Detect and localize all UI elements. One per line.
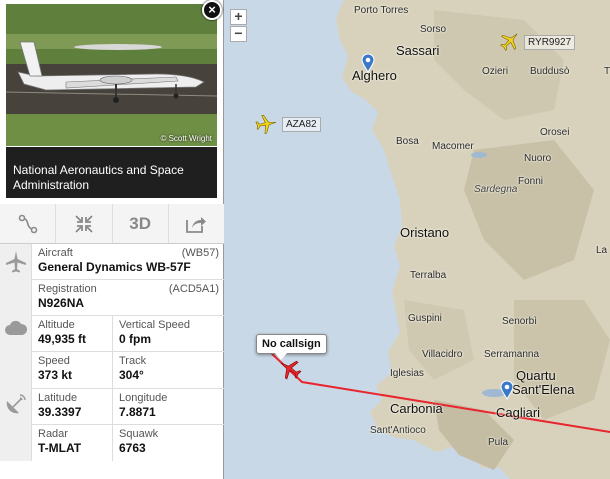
place-budduso: Buddusò [530,66,570,77]
place-pula: Pula [488,437,509,448]
place-oristano: Oristano [400,225,450,240]
place-macomer: Macomer [432,141,474,152]
aircraft-aza-icon[interactable] [254,113,278,135]
position-row: Latitude 39.3397 Longitude 7.8871 [32,389,224,425]
speed-value: 373 kt [38,368,73,382]
place-ozieri: Ozieri [482,66,509,77]
track-cell: Track 304° [112,352,224,388]
altitude-label: Altitude [38,319,75,331]
place-carbonia: Carbonia [390,401,443,416]
vertical-speed-value: 0 fpm [119,332,152,346]
details-icon-column [0,244,32,461]
latitude-cell: Latitude 39.3397 [32,389,112,424]
flight-map[interactable]: + − Porto Torres Sorso Sassari Alghero O… [224,0,610,479]
registration-value: N926NA [38,296,85,310]
collapse-arrows-icon [75,214,93,233]
longitude-label: Longitude [119,392,168,404]
place-terralba: Terralba [410,270,447,281]
place-iglesias: Iglesias [390,368,424,379]
share-button[interactable] [169,204,224,243]
callsign-label-ryr[interactable]: RYR9927 [524,35,576,50]
place-nuoro: Nuoro [524,153,552,164]
registration-mode-s-code: (ACD5A1) [168,283,219,295]
flight-details: Aircraft General Dynamics WB-57F (WB57) … [0,244,224,461]
track-label: Track [119,355,147,367]
place-quartu: Quartu [516,368,556,383]
share-icon [186,216,207,233]
zoom-in-button[interactable]: + [230,9,247,25]
registration-row: Registration N926NA (ACD5A1) [32,280,224,316]
airline-name: National Aeronautics and Space Administr… [6,147,217,198]
vertical-speed-cell: Vertical Speed 0 fpm [112,316,224,351]
place-sorso: Sorso [420,24,447,35]
place-serramanna: Serramanna [484,349,540,360]
vertical-speed-label: Vertical Speed [119,319,190,331]
center-button[interactable] [56,204,113,243]
place-senorbi: Senorbì [502,316,538,327]
altitude-value: 49,935 ft [38,332,87,346]
longitude-value: 7.8871 [119,405,156,419]
squawk-value: 6763 [119,441,146,455]
aircraft-ryr-icon[interactable] [498,30,522,52]
latitude-value: 39.3397 [38,405,82,419]
place-olbia-partial: T [604,66,610,77]
3d-view-button[interactable]: 3D [113,204,169,243]
panel-toolbar: 3D [0,204,224,244]
airplane-icon [6,251,26,273]
place-porto-torres: Porto Torres [354,5,409,16]
aircraft-row: Aircraft General Dynamics WB-57F (WB57) [32,244,224,280]
cloud-icon [5,320,28,335]
route-button[interactable] [0,204,57,243]
place-fonni: Fonni [518,176,544,187]
latitude-label: Latitude [38,392,78,404]
close-button[interactable]: × [202,0,222,20]
squawk-label: Squawk [119,428,159,440]
radar-dish-icon [6,394,26,414]
radar-value: T-MLAT [38,441,82,455]
aircraft-value: General Dynamics WB-57F [38,260,191,274]
place-guspini: Guspini [408,313,442,324]
zoom-out-button[interactable]: − [230,26,247,42]
selected-flight-label[interactable]: No callsign [256,334,327,360]
photo-credit: © Scott Wright [160,134,212,143]
place-cagliari: Cagliari [496,405,541,420]
aircraft-type-code: (WB57) [181,247,219,259]
altitude-cell: Altitude 49,935 ft [32,316,112,351]
aircraft-photo-image [6,4,217,146]
radar-cell: Radar T-MLAT [32,425,112,461]
airport-pin-cagliari-icon[interactable] [500,380,514,400]
longitude-cell: Longitude 7.8871 [112,389,224,424]
place-santantioco: Sant'Antioco [370,425,426,436]
aircraft-photo[interactable]: © Scott Wright [6,4,217,146]
place-sardegna: Sardegna [474,184,518,195]
speed-cell: Speed 373 kt [32,352,112,388]
track-value: 304° [119,368,144,382]
place-lanusei-partial: La [596,245,608,256]
radar-row: Radar T-MLAT Squawk 6763 [32,425,224,461]
speed-row: Speed 373 kt Track 304° [32,352,224,389]
radar-label: Radar [38,428,68,440]
altitude-row: Altitude 49,935 ft Vertical Speed 0 fpm [32,316,224,352]
callsign-label-aza[interactable]: AZA82 [282,117,321,132]
aircraft-selected-icon[interactable] [278,357,302,381]
place-sassari: Sassari [396,43,440,58]
squawk-cell: Squawk 6763 [112,425,224,461]
place-orosei: Orosei [540,127,570,138]
route-icon [18,214,37,233]
place-santelena: Sant'Elena [512,382,575,397]
airport-pin-alghero-icon[interactable] [361,53,375,73]
place-bosa: Bosa [396,136,419,147]
flight-info-panel: © Scott Wright × National Aeronautics an… [0,0,224,479]
speed-label: Speed [38,355,70,367]
place-villacidro: Villacidro [422,349,463,360]
